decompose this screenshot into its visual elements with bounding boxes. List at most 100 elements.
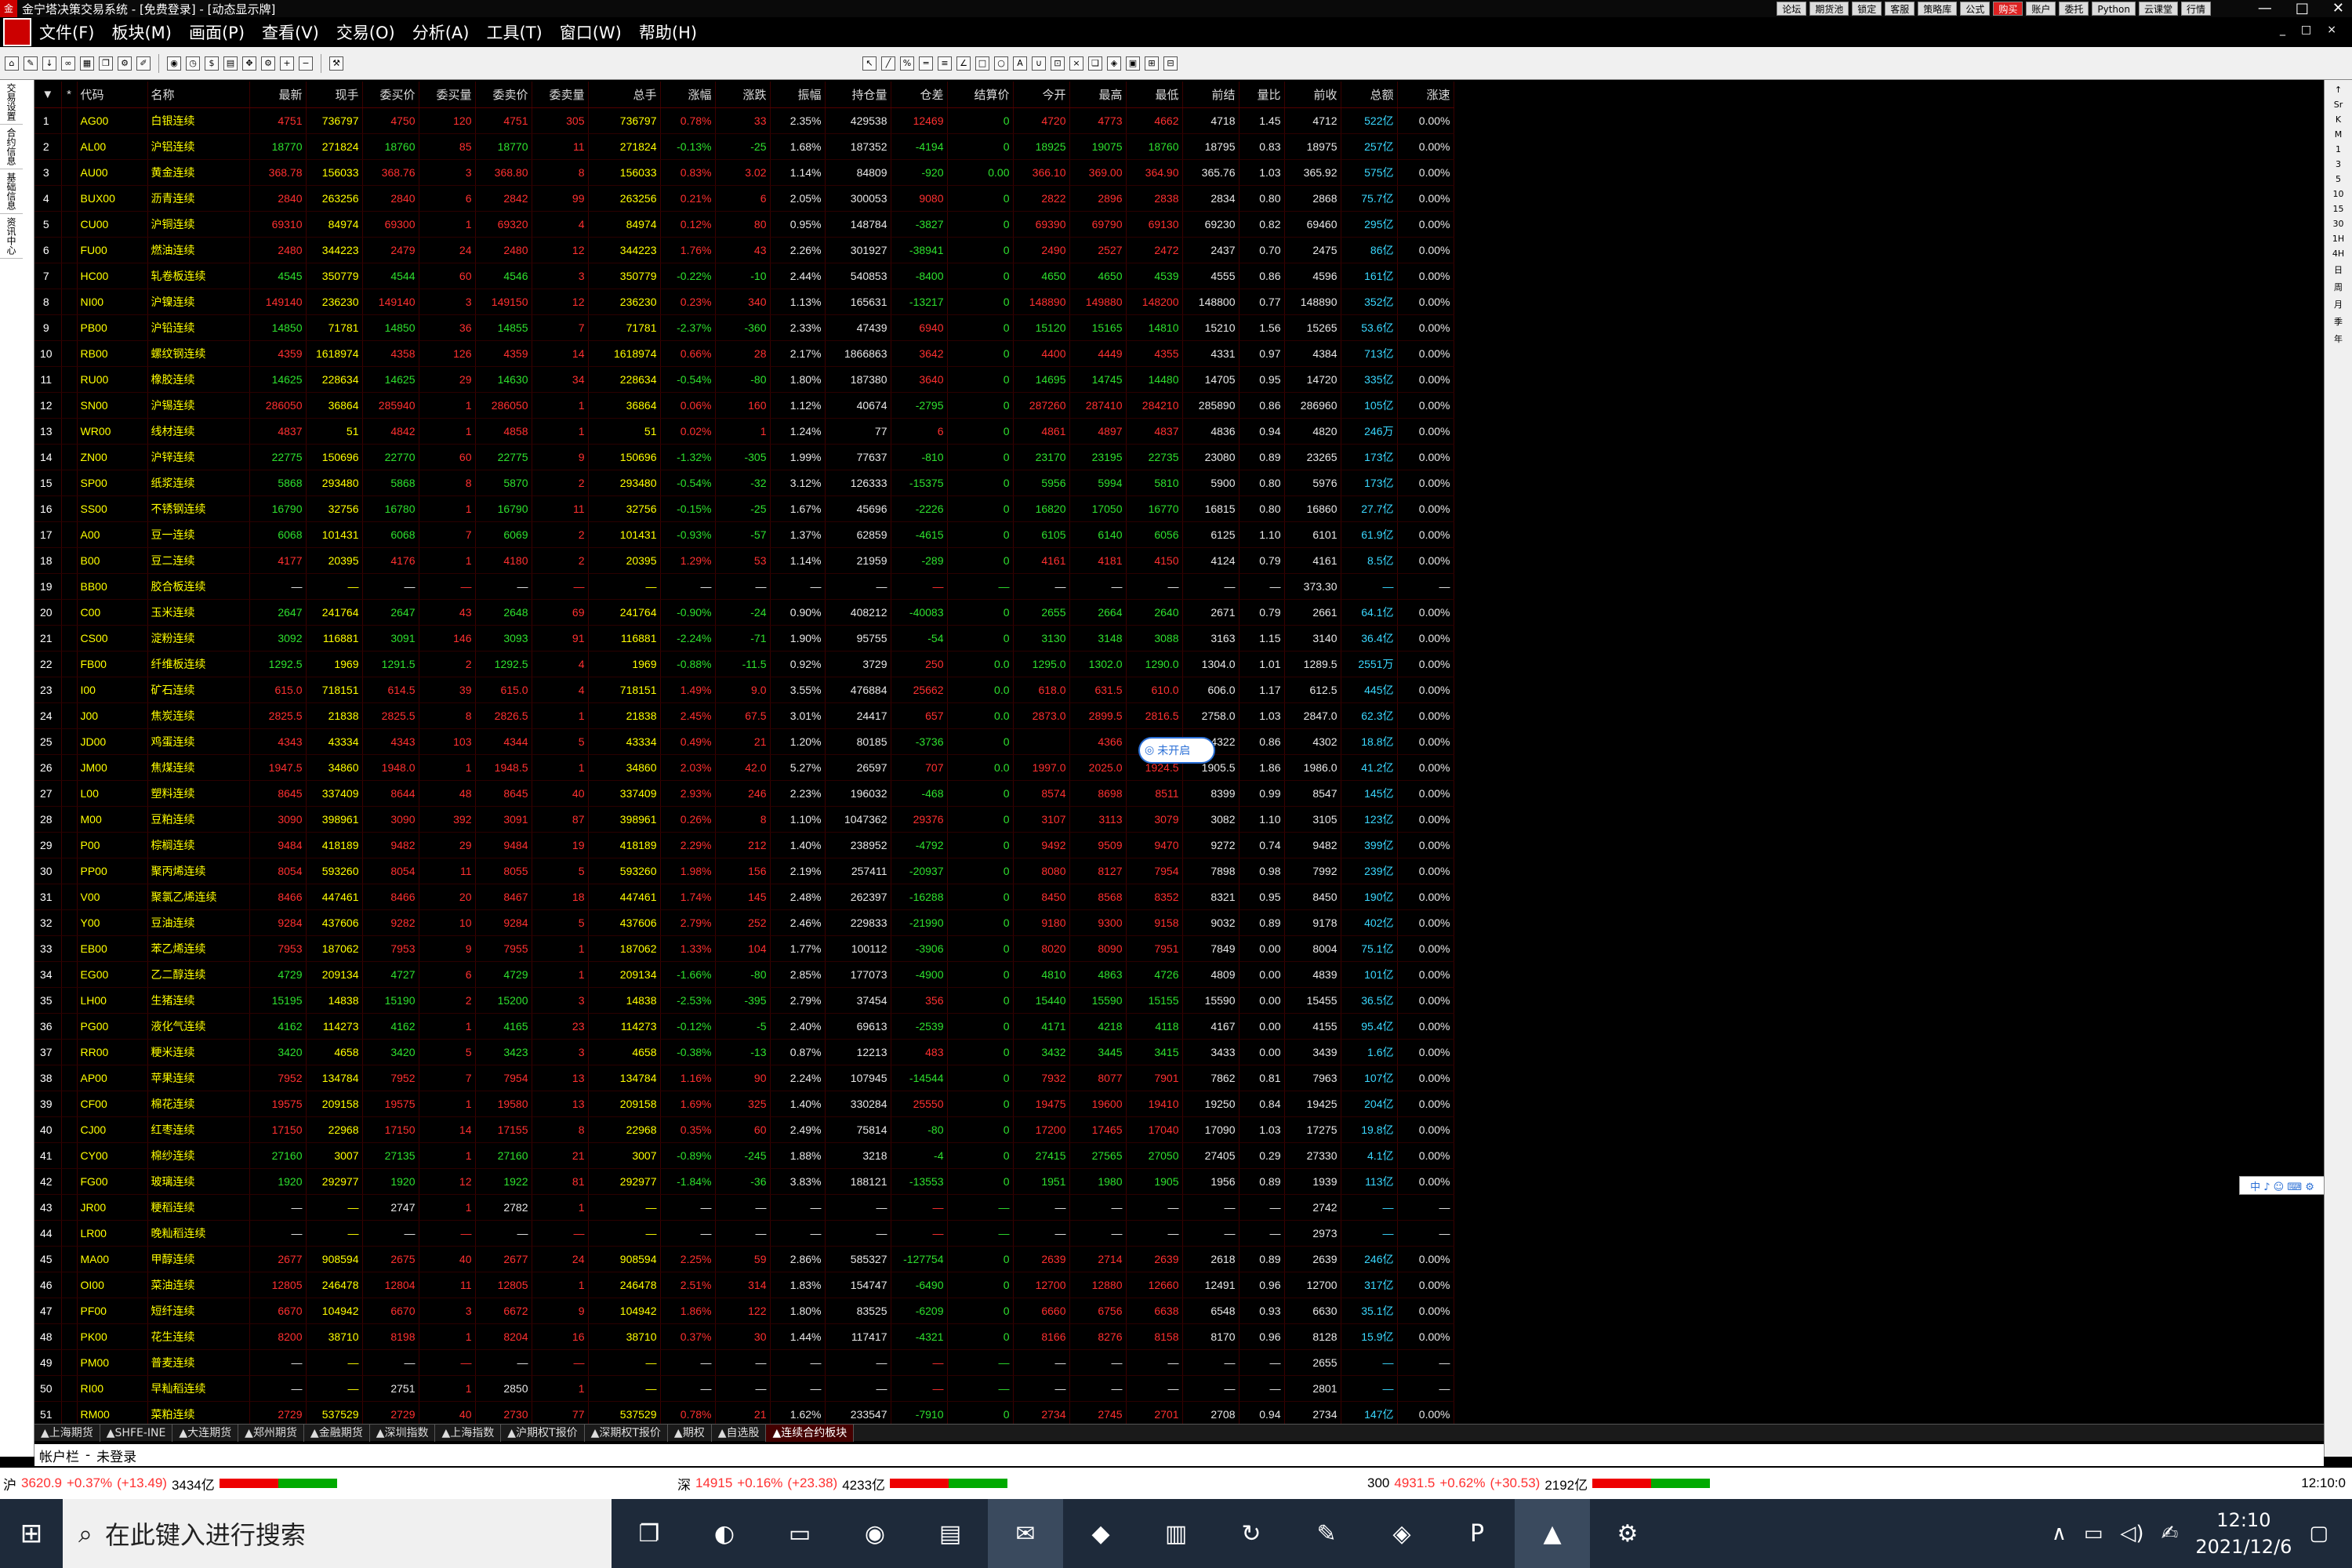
board-tab[interactable]: ▲深期权T报价 — [585, 1424, 668, 1442]
column-header[interactable]: 总额 — [1341, 82, 1398, 108]
taskbar-search[interactable]: ⌕ 在此键入进行搜索 — [63, 1499, 612, 1568]
task-view-icon[interactable]: ❐ — [612, 1499, 687, 1568]
table-row[interactable]: 19 BB00 胶合板连续 — — — — — — — — — — — — — — — — — —373.30— — — [34, 573, 1454, 600]
column-header[interactable]: 今开 — [1013, 82, 1070, 108]
table-row[interactable]: 50 RI00 早籼稻连续 — —2751 1 2850 1— — — — — — — — — — — —2801—… — [34, 1375, 1454, 1402]
title-button[interactable]: 客服 — [1885, 2, 1915, 16]
menu-item[interactable]: 交易(O) — [336, 20, 395, 44]
table-row[interactable]: 33 EB00 苯乙烯连续 7953 187062 7953 9 7955 1 187062 1.3… — [34, 935, 1454, 962]
title-button[interactable]: 购买 — [1993, 2, 2024, 16]
column-header[interactable]: 振幅 — [770, 82, 826, 108]
copy-tool-icon[interactable]: ❏ — [1088, 56, 1102, 71]
rect-tool-icon[interactable]: □ — [975, 56, 989, 71]
table-row[interactable]: 22 FB00 纤维板连续 1292.5 1969 1291.5 2 1292.5 4 1969-… — [34, 651, 1454, 677]
title-button[interactable]: 策略库 — [1918, 2, 1958, 16]
table-row[interactable]: 51 RM00 菜粕连续 2729 537529 2729 40 2730 77 537529 0.… — [34, 1401, 1454, 1424]
table-row[interactable]: 11 RU00 橡胶连续 14625 228634 14625 29 14630 34 22863… — [34, 366, 1454, 393]
menu-item[interactable]: 板块(M) — [111, 20, 172, 44]
table-row[interactable]: 15 SP00 纸浆连续 5868 293480 5868 8 5870 2 293480 -0.5… — [34, 470, 1454, 496]
clock-icon[interactable]: ◷ — [186, 56, 200, 71]
period-button[interactable]: ↑ — [2325, 85, 2352, 95]
column-header[interactable]: 最低 — [1126, 82, 1183, 108]
zoom-out-icon[interactable]: − — [299, 56, 313, 71]
ime-toolbar[interactable]: 中 ♪ ☺ ⌨ ⚙ — [2239, 1176, 2325, 1195]
column-header[interactable]: 代码 — [77, 82, 148, 108]
column-header[interactable]: 涨幅 — [660, 82, 716, 108]
column-header[interactable]: 仓差 — [891, 82, 948, 108]
paint-icon[interactable]: ✎ — [1289, 1499, 1364, 1568]
table-row[interactable]: 5 CU00 沪铜连续 69310 84974 69300 1 69320 4 84974 0.12… — [34, 211, 1454, 238]
refresh-app-icon[interactable]: ↻ — [1214, 1499, 1289, 1568]
notebook-icon[interactable]: ▥ — [1138, 1499, 1214, 1568]
menu-item[interactable]: 查看(V) — [262, 20, 319, 44]
table-row[interactable]: 42 FG00 玻璃连续 1920 292977 1920 12 1922 81 292977 -1… — [34, 1168, 1454, 1195]
column-header[interactable]: 涨跌 — [715, 82, 771, 108]
table-row[interactable]: 38 AP00 苹果连续 7952 134784 7952 7 7954 13 134784 1.1… — [34, 1065, 1454, 1091]
column-header[interactable]: 名称 — [147, 82, 250, 108]
powerpoint-icon[interactable]: P — [1439, 1499, 1515, 1568]
trading-app-icon[interactable]: ▲ — [1515, 1499, 1590, 1568]
settings-icon[interactable]: ⚙ — [118, 56, 132, 71]
period-button[interactable]: 5 — [2325, 174, 2352, 184]
layout-tool-icon[interactable]: ⊞ — [1145, 56, 1159, 71]
period-button[interactable]: 4H — [2325, 249, 2352, 259]
column-header[interactable]: 总手 — [588, 82, 661, 108]
pen-tray-icon[interactable]: ✍ — [2161, 1522, 2179, 1545]
edge-icon[interactable]: ◐ — [687, 1499, 762, 1568]
board-tab[interactable]: ▲期权 — [668, 1424, 712, 1442]
maximize-icon[interactable]: □ — [2296, 0, 2309, 16]
column-header[interactable]: 持仓量 — [825, 82, 891, 108]
floating-assistant-button[interactable]: ◎ 未开启 — [1138, 737, 1215, 764]
board-tab[interactable]: ▲金融期货 — [304, 1424, 370, 1442]
lock-tool-icon[interactable]: ⊡ — [1051, 56, 1065, 71]
table-row[interactable]: 2 AL00 沪铝连续 18770 271824 18760 85 18770 11 271824… — [34, 133, 1454, 160]
table-row[interactable]: 35 LH00 生猪连续 15195 14838 15190 2 15200 3 14838 -2.… — [34, 987, 1454, 1014]
move-icon[interactable]: ✥ — [242, 56, 256, 71]
title-button[interactable]: 行情 — [2180, 2, 2211, 16]
table-row[interactable]: 31 V00 聚氯乙烯连续 8466 447461 8466 20 8467 18 447461 1… — [34, 884, 1454, 910]
table-row[interactable]: 13 WR00 线材连续 4837 51 4842 1 4858 1 51 0.02% 1 1.24% 7… — [34, 418, 1454, 445]
channel-tool-icon[interactable]: ≡ — [938, 56, 952, 71]
table-row[interactable]: 9 PB00 沪铅连续 14850 71781 14850 36 14855 7 71781 -2.… — [34, 314, 1454, 341]
board-tab[interactable]: ▲郑州期货 — [238, 1424, 304, 1442]
close-icon[interactable]: ✕ — [2332, 0, 2344, 16]
table-row[interactable]: 37 RR00 粳米连续 3420 4658 3420 5 3423 3 4658 -0.38% -1… — [34, 1039, 1454, 1065]
left-sidebar-tab[interactable]: 基础信息 — [0, 169, 23, 214]
table-tool-icon[interactable]: ⊟ — [1163, 56, 1178, 71]
fill-tool-icon[interactable]: ◈ — [1107, 56, 1121, 71]
home-icon[interactable]: ⌂ — [5, 56, 19, 71]
table-row[interactable]: 43 JR00 粳稻连续 — —2747 1 2782 1— — — — — — — — — — — —2742— — — [34, 1194, 1454, 1221]
table-row[interactable]: 29 P00 棕榈连续 9484 418189 9482 29 9484 19 418189 2.2… — [34, 832, 1454, 858]
mdi-control[interactable]: _ — [2280, 24, 2285, 36]
circle-tool-icon[interactable]: ○ — [994, 56, 1008, 71]
minimize-icon[interactable]: — — [2258, 0, 2272, 16]
table-row[interactable]: 47 PF00 短纤连续 6670 104942 6670 3 6672 9 104942 1.86… — [34, 1298, 1454, 1324]
cursor-icon[interactable]: ↖ — [862, 56, 877, 71]
table-row[interactable]: 8 NI00 沪镍连续 149140 236230 149140 3 149150 12 2362… — [34, 289, 1454, 315]
title-button[interactable]: 期货池 — [1809, 2, 1849, 16]
download-icon[interactable]: ↓ — [42, 56, 56, 71]
board-tab[interactable]: ▲连续合约板块 — [766, 1424, 855, 1442]
menu-item[interactable]: 文件(F) — [39, 20, 94, 44]
table-row[interactable]: 46 OI00 菜油连续 12805 246478 12804 11 12805 1 246478… — [34, 1272, 1454, 1298]
board-tab[interactable]: ▲上海指数 — [435, 1424, 502, 1442]
account-status[interactable]: 未登录 — [96, 1446, 136, 1465]
magnet-tool-icon[interactable]: ∪ — [1032, 56, 1046, 71]
menu-item[interactable]: 分析(A) — [412, 20, 470, 44]
title-button[interactable]: 公式 — [1960, 2, 1991, 16]
column-header[interactable]: 委买量 — [419, 82, 476, 108]
column-header[interactable]: * — [61, 82, 78, 108]
link-icon[interactable]: ∞ — [61, 56, 75, 71]
board-tab[interactable]: ▲自选股 — [712, 1424, 767, 1442]
table-row[interactable]: 32 Y00 豆油连续 9284 437606 9282 10 9284 5 437606 2.79… — [34, 909, 1454, 936]
sz-index[interactable]: 深 14915 +0.16% (+23.38) 4233亿 — [677, 1474, 1367, 1494]
title-button[interactable]: 云课堂 — [2138, 2, 2178, 16]
table-row[interactable]: 20 C00 玉米连续 2647 241764 2647 43 2648 69 241764 -0.… — [34, 599, 1454, 626]
table-row[interactable]: 40 CJ00 红枣连续 17150 22968 17150 14 17155 8 22968 0.… — [34, 1116, 1454, 1143]
dollar-icon[interactable]: $ — [205, 56, 219, 71]
table-row[interactable]: 21 CS00 淀粉连续 3092 116881 3091 146 3093 91 116881-… — [34, 625, 1454, 652]
percent-tool-icon[interactable]: % — [900, 56, 914, 71]
board-tab[interactable]: ▲沪期权T报价 — [501, 1424, 585, 1442]
color-tool-icon[interactable]: ▣ — [1126, 56, 1140, 71]
board-tab[interactable]: ▲上海期货 — [34, 1424, 100, 1442]
